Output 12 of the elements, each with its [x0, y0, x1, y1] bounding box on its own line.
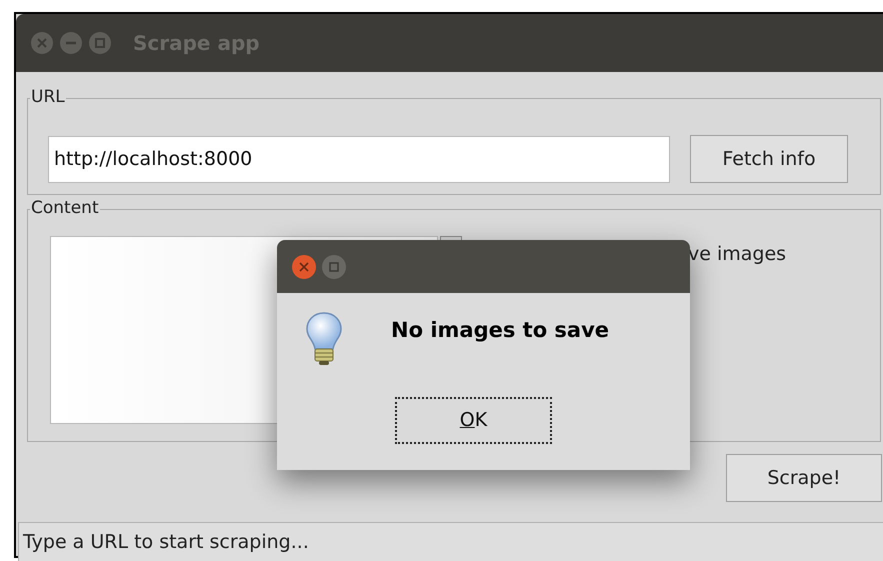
- ok-button[interactable]: OK: [395, 397, 552, 444]
- maximize-icon[interactable]: [88, 31, 112, 55]
- minimize-icon[interactable]: [59, 31, 83, 55]
- dialog-message: No images to save: [391, 317, 610, 344]
- checkbox-label: ve images: [688, 242, 786, 267]
- fetch-info-button[interactable]: Fetch info: [690, 135, 848, 183]
- scrape-button[interactable]: Scrape!: [726, 454, 882, 502]
- close-icon[interactable]: [30, 31, 54, 55]
- url-field[interactable]: http://localhost:8000: [48, 136, 670, 182]
- close-icon[interactable]: [291, 254, 317, 280]
- status-bar: Type a URL to start scraping...: [18, 522, 883, 561]
- maximize-icon[interactable]: [321, 254, 347, 280]
